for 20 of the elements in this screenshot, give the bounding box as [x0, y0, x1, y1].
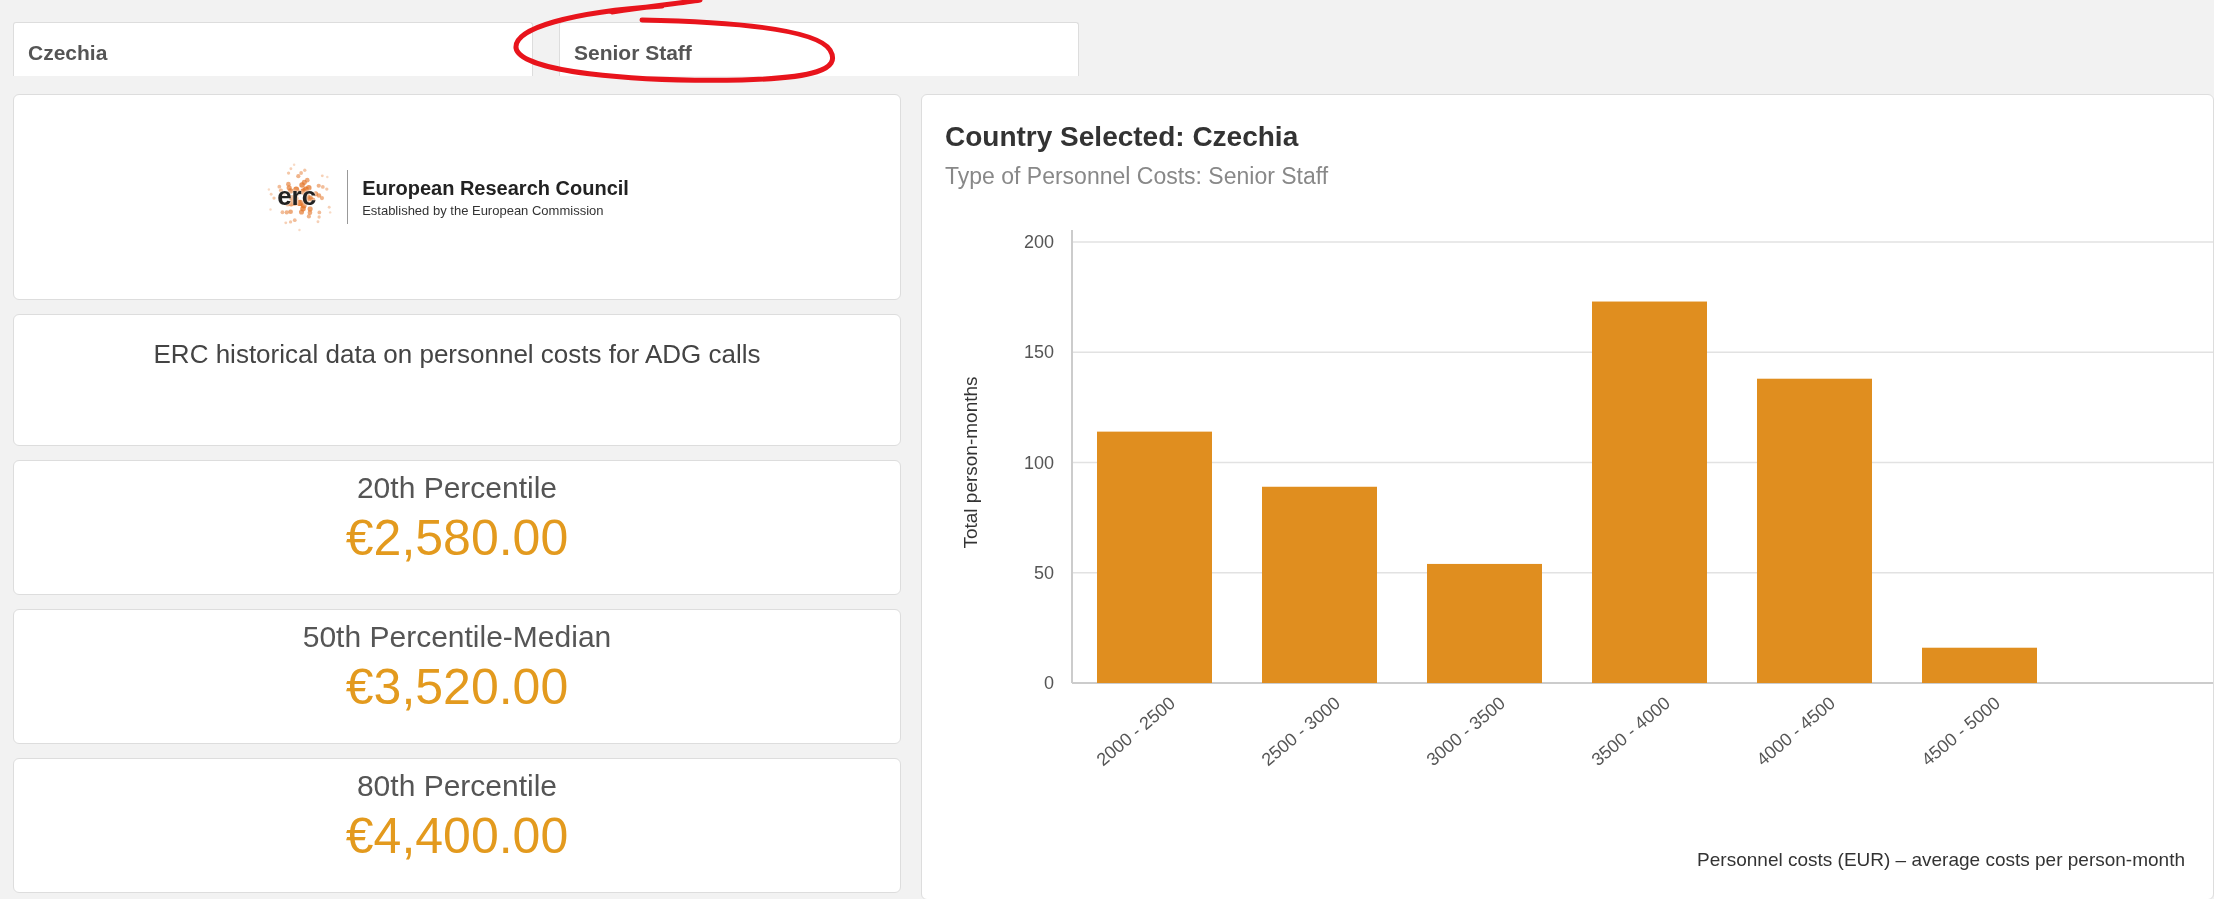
y-axis-label: Total person-months [960, 376, 981, 549]
y-tick-label: 50 [1033, 562, 1054, 583]
y-tick-label: 100 [1023, 452, 1054, 473]
x-axis-label: Personnel costs (EUR) – average costs per person-month [1697, 849, 2185, 870]
logo-tagline: Established by the European Commission [362, 202, 605, 218]
stat-label: 80th Percentile [356, 769, 558, 803]
stat-value: €3,520.00 [345, 658, 569, 716]
y-tick-label: 200 [1023, 232, 1054, 252]
filter-field[interactable]: Senior Staff [559, 22, 1079, 76]
chart-title: Country Selected: Czechia [945, 121, 1300, 153]
logo-name: European Research Council [362, 176, 629, 200]
stat-label: 50th Percentile-Median [302, 620, 612, 654]
y-tick-label: 0 [1044, 673, 1054, 693]
y-tick-label: 150 [1023, 342, 1054, 363]
dashboard-title: ERC historical data on personnel costs for ADG calls [153, 339, 761, 371]
stat-label: 20th Percentile [356, 471, 558, 505]
chart-subtitle: Type of Personnel Costs: Senior Staff [945, 163, 1330, 190]
stat-value: €4,400.00 [345, 807, 569, 865]
stat-value: €2,580.00 [345, 509, 569, 567]
filter-field[interactable]: Czechia [13, 22, 533, 76]
